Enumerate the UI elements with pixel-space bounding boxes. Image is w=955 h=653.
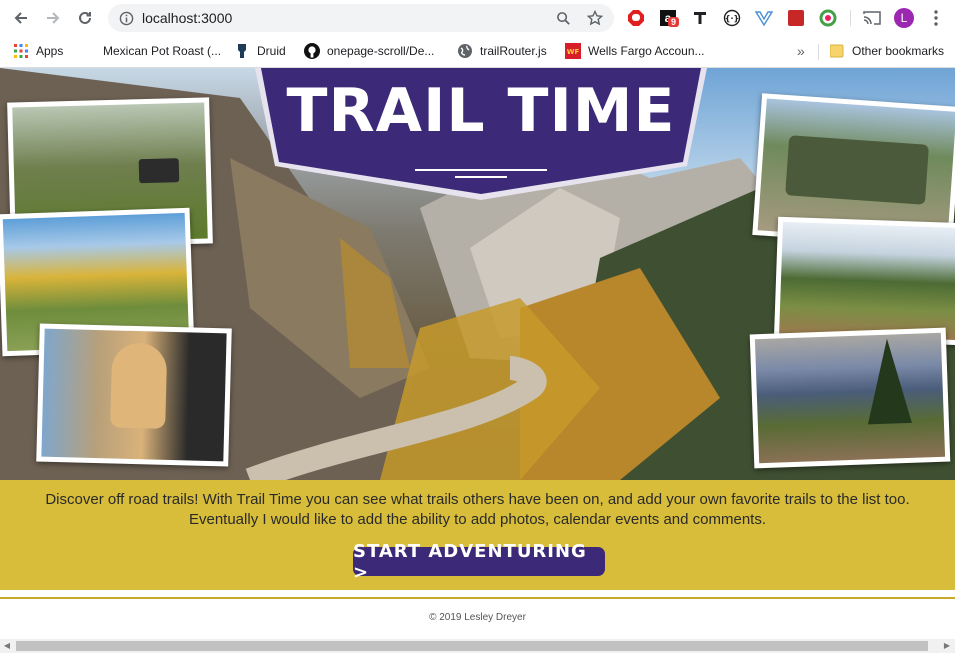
- profile-avatar[interactable]: L: [894, 8, 914, 28]
- adblock-extension-icon[interactable]: [626, 8, 646, 28]
- folder-icon: [829, 43, 845, 59]
- toolbar-divider: [850, 10, 851, 26]
- cast-icon[interactable]: [862, 8, 882, 28]
- photo-mountain-pine: [749, 327, 951, 469]
- forward-arrow-icon: [47, 12, 60, 24]
- back-arrow-icon: [14, 12, 27, 24]
- bookmarks-divider: [818, 44, 819, 60]
- browser-toolbar: localhost:3000 a 9 {·} L: [0, 0, 955, 36]
- scroll-right-icon[interactable]: ▶: [942, 641, 952, 651]
- color-picker-extension-icon[interactable]: [818, 8, 838, 28]
- vue-devtools-icon[interactable]: [754, 8, 774, 28]
- bookmark-label: trailRouter.js: [480, 44, 547, 58]
- page-icon: [80, 43, 96, 59]
- bookmark-label: Apps: [36, 44, 64, 58]
- menu-kebab-icon[interactable]: [926, 8, 946, 28]
- start-adventuring-button[interactable]: START ADVENTURING >: [353, 541, 605, 583]
- bookmark-label: Wells Fargo Accoun...: [588, 44, 705, 58]
- bookmarks-bar: Apps Mexican Pot Roast (... Druid onepag…: [0, 36, 955, 68]
- footer-divider: [0, 597, 955, 599]
- bookmark-onepage-scroll[interactable]: onepage-scroll/De...: [304, 42, 434, 60]
- app-title: TRAIL TIME: [286, 76, 676, 146]
- bookmark-wells-fargo[interactable]: WF Wells Fargo Accoun...: [565, 42, 705, 60]
- zoom-icon[interactable]: [554, 9, 572, 27]
- address-bar[interactable]: localhost:3000: [108, 4, 614, 32]
- scroll-left-icon[interactable]: ◀: [2, 641, 12, 651]
- bookmark-druid[interactable]: Druid: [234, 42, 286, 60]
- wells-fargo-icon: WF: [565, 43, 581, 59]
- info-icon[interactable]: [117, 9, 135, 27]
- photo-golden-retriever: [36, 323, 232, 467]
- globe-icon: [457, 43, 473, 59]
- apps-grid-icon: [13, 43, 29, 59]
- bookmark-label: onepage-scroll/De...: [327, 44, 435, 58]
- reload-button[interactable]: [73, 6, 97, 30]
- bookmark-label: Druid: [257, 44, 286, 58]
- amazon-assistant-icon[interactable]: a 9: [658, 8, 680, 28]
- github-icon: [304, 43, 320, 59]
- bookmark-trailrouter[interactable]: trailRouter.js: [457, 42, 547, 60]
- forward-button[interactable]: [41, 6, 65, 30]
- scrollbar-thumb[interactable]: [16, 641, 928, 651]
- photo-dirt-road: [773, 216, 955, 346]
- bookmark-label: Other bookmarks: [852, 44, 945, 58]
- bookmark-mexican-pot-roast[interactable]: Mexican Pot Roast (...: [80, 42, 221, 60]
- svg-text:WF: WF: [567, 48, 580, 56]
- back-button[interactable]: [9, 6, 33, 30]
- bookmark-label: Mexican Pot Roast (...: [103, 44, 222, 58]
- trail-time-banner: TRAIL TIME: [255, 68, 707, 200]
- lastpass-extension-icon[interactable]: [786, 8, 806, 28]
- url-text[interactable]: localhost:3000: [142, 10, 232, 26]
- reload-icon: [79, 11, 91, 24]
- bookmark-apps[interactable]: Apps: [13, 42, 63, 60]
- intro-text: Discover off road trails! With Trail Tim…: [45, 491, 910, 528]
- druid-icon: [234, 43, 250, 59]
- svg-text:{·}: {·}: [725, 14, 739, 23]
- typography-extension-icon[interactable]: [690, 8, 710, 28]
- hero-image: TRAIL TIME: [0, 68, 955, 480]
- overflow-chevron: »: [797, 43, 805, 59]
- copyright: © 2019 Lesley Dreyer: [429, 612, 526, 623]
- json-extension-icon[interactable]: {·}: [722, 8, 742, 28]
- bookmarks-overflow-button[interactable]: »: [797, 42, 805, 60]
- intro-band: Discover off road trails! With Trail Tim…: [0, 480, 955, 590]
- horizontal-scrollbar[interactable]: ◀ ▶: [0, 639, 955, 653]
- profile-initial: L: [894, 8, 914, 28]
- extension-badge: 9: [668, 17, 680, 27]
- bookmark-star-icon[interactable]: [586, 9, 604, 27]
- other-bookmarks-folder[interactable]: Other bookmarks: [829, 42, 944, 60]
